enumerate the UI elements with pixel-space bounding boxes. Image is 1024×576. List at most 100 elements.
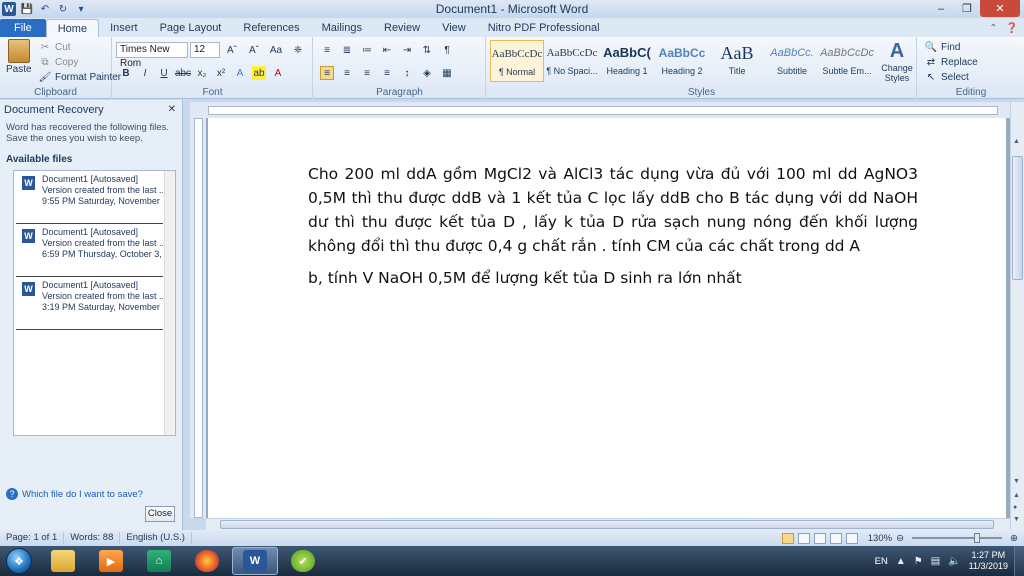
start-button[interactable]: ❖: [0, 546, 38, 576]
scroll-down-icon[interactable]: ▼: [1013, 478, 1020, 485]
tab-view[interactable]: View: [431, 19, 477, 37]
web-layout-icon[interactable]: [813, 532, 826, 544]
tab-page-layout[interactable]: Page Layout: [149, 19, 233, 37]
minimize-button[interactable]: –: [928, 0, 954, 17]
language-indicator[interactable]: English (U.S.): [120, 532, 192, 544]
close-window-button[interactable]: ✕: [980, 0, 1020, 17]
list-item[interactable]: W Document1 [Autosaved] Version created …: [16, 224, 163, 277]
customize-qat-icon[interactable]: ▾: [74, 2, 88, 16]
align-left-icon[interactable]: ≡: [320, 66, 334, 80]
recovery-help-link[interactable]: ? Which file do I want to save?: [6, 488, 143, 500]
tab-review[interactable]: Review: [373, 19, 431, 37]
tab-nitro-pdf[interactable]: Nitro PDF Professional: [477, 19, 611, 37]
subscript-icon[interactable]: x₂: [195, 66, 209, 80]
close-pane-icon[interactable]: ✕: [168, 100, 176, 120]
browse-object-icon[interactable]: ●: [1013, 504, 1017, 511]
style-no-spacing[interactable]: AaBbCcDc ¶ No Spaci...: [545, 40, 599, 82]
format-painter-button[interactable]: 🖌 Format Painter: [38, 70, 122, 84]
taskbar-app-green[interactable]: ⌂: [136, 547, 182, 575]
borders-icon[interactable]: ▦: [440, 66, 454, 80]
next-page-icon[interactable]: ▼: [1013, 516, 1020, 523]
flag-icon[interactable]: ⚑: [914, 556, 923, 567]
bold-icon[interactable]: B: [119, 66, 133, 80]
font-color-icon[interactable]: A: [271, 66, 285, 80]
file-list-scrollbar[interactable]: [164, 171, 175, 435]
taskbar-media-player[interactable]: ▶: [88, 547, 134, 575]
justify-icon[interactable]: ≡: [380, 66, 394, 80]
page-count[interactable]: Page: 1 of 1: [0, 532, 65, 544]
vertical-scrollbar[interactable]: ▲ ▼ ▲ ● ▼: [1010, 102, 1024, 530]
tab-insert[interactable]: Insert: [99, 19, 149, 37]
word-app-icon[interactable]: W: [2, 2, 16, 16]
horizontal-scroll-thumb[interactable]: [220, 520, 994, 529]
show-desktop-button[interactable]: [1014, 546, 1024, 576]
clear-formatting-icon[interactable]: ❈: [291, 43, 305, 57]
find-button[interactable]: 🔍 Find: [924, 40, 961, 54]
taskbar-explorer[interactable]: [40, 547, 86, 575]
show-formatting-icon[interactable]: ¶: [440, 43, 454, 57]
help-icon[interactable]: ❓: [1006, 23, 1018, 34]
style-subtle-emphasis[interactable]: AaBbCcDc Subtle Em...: [820, 40, 874, 82]
tab-home[interactable]: Home: [45, 19, 100, 37]
zoom-slider-knob[interactable]: [974, 533, 981, 543]
undo-icon[interactable]: ↶: [38, 2, 52, 16]
zoom-slider[interactable]: [912, 533, 1003, 543]
copy-button[interactable]: ⧉ Copy: [38, 55, 78, 69]
network-icon[interactable]: ▤: [931, 556, 940, 567]
zoom-in-icon[interactable]: ⊕: [1010, 533, 1018, 544]
document-page[interactable]: Cho 200 ml ddA gồm MgCl2 và AlCl3 tác dụ…: [208, 118, 1006, 518]
change-styles-button[interactable]: A Change Styles: [875, 40, 919, 83]
list-item[interactable]: W Document1 [Autosaved] Version created …: [16, 277, 163, 330]
increase-indent-icon[interactable]: ⇥: [400, 43, 414, 57]
style-heading-2[interactable]: AaBbCc Heading 2: [655, 40, 709, 82]
grow-font-icon[interactable]: Aˆ: [225, 43, 239, 57]
taskbar-firefox[interactable]: [184, 547, 230, 575]
document-paragraph[interactable]: b, tính V NaOH 0,5M để lượng kết tủa D s…: [308, 266, 918, 290]
list-item[interactable]: W Document1 [Autosaved] Version created …: [16, 171, 163, 224]
horizontal-scrollbar[interactable]: [206, 518, 1010, 530]
align-right-icon[interactable]: ≡: [360, 66, 374, 80]
outline-view-icon[interactable]: [829, 532, 842, 544]
style-title[interactable]: AaB Title: [710, 40, 764, 82]
draft-view-icon[interactable]: [845, 532, 858, 544]
print-layout-view-icon[interactable]: [781, 532, 794, 544]
taskbar-word[interactable]: W: [232, 547, 278, 575]
style-normal[interactable]: AaBbCcDc ¶ Normal: [490, 40, 544, 82]
document-body[interactable]: Cho 200 ml ddA gồm MgCl2 và AlCl3 tác dụ…: [308, 162, 918, 290]
superscript-icon[interactable]: x²: [214, 66, 228, 80]
italic-icon[interactable]: I: [138, 66, 152, 80]
close-recovery-button[interactable]: Close: [145, 506, 175, 522]
paste-button[interactable]: Paste: [6, 39, 32, 75]
horizontal-ruler[interactable]: [190, 102, 1010, 118]
cut-button[interactable]: ✂ Cut: [38, 40, 71, 54]
bullets-icon[interactable]: ≡: [320, 43, 334, 57]
select-button[interactable]: ↖ Select: [924, 70, 969, 84]
line-spacing-icon[interactable]: ↕: [400, 66, 414, 80]
replace-button[interactable]: ⇄ Replace: [924, 55, 978, 69]
redo-icon[interactable]: ↻: [56, 2, 70, 16]
show-hidden-icons-icon[interactable]: ▲: [896, 556, 906, 567]
numbering-icon[interactable]: ≣: [340, 43, 354, 57]
style-subtitle[interactable]: AaBbCc. Subtitle: [765, 40, 819, 82]
multilevel-list-icon[interactable]: ≔: [360, 43, 374, 57]
style-heading-1[interactable]: AaBbC( Heading 1: [600, 40, 654, 82]
zoom-level[interactable]: 130%: [868, 533, 892, 544]
minimize-ribbon-icon[interactable]: ⌃: [989, 23, 997, 34]
input-language[interactable]: EN: [875, 556, 888, 567]
tab-mailings[interactable]: Mailings: [311, 19, 373, 37]
tab-file[interactable]: File: [0, 19, 46, 37]
decrease-indent-icon[interactable]: ⇤: [380, 43, 394, 57]
sort-icon[interactable]: ⇅: [420, 43, 434, 57]
font-size-combo[interactable]: 12: [190, 42, 220, 58]
restore-button[interactable]: ❐: [954, 0, 980, 17]
underline-icon[interactable]: U: [157, 66, 171, 80]
shading-icon[interactable]: ◈: [420, 66, 434, 80]
taskbar-coccoc[interactable]: ✔: [280, 547, 326, 575]
document-paragraph[interactable]: Cho 200 ml ddA gồm MgCl2 và AlCl3 tác dụ…: [308, 162, 918, 258]
align-center-icon[interactable]: ≡: [340, 66, 354, 80]
scroll-up-icon[interactable]: ▲: [1013, 138, 1020, 145]
save-icon[interactable]: 💾: [20, 2, 34, 16]
vertical-ruler[interactable]: [190, 118, 206, 518]
font-name-combo[interactable]: Times New Rom: [116, 42, 188, 69]
vertical-scroll-thumb[interactable]: [1012, 156, 1023, 280]
